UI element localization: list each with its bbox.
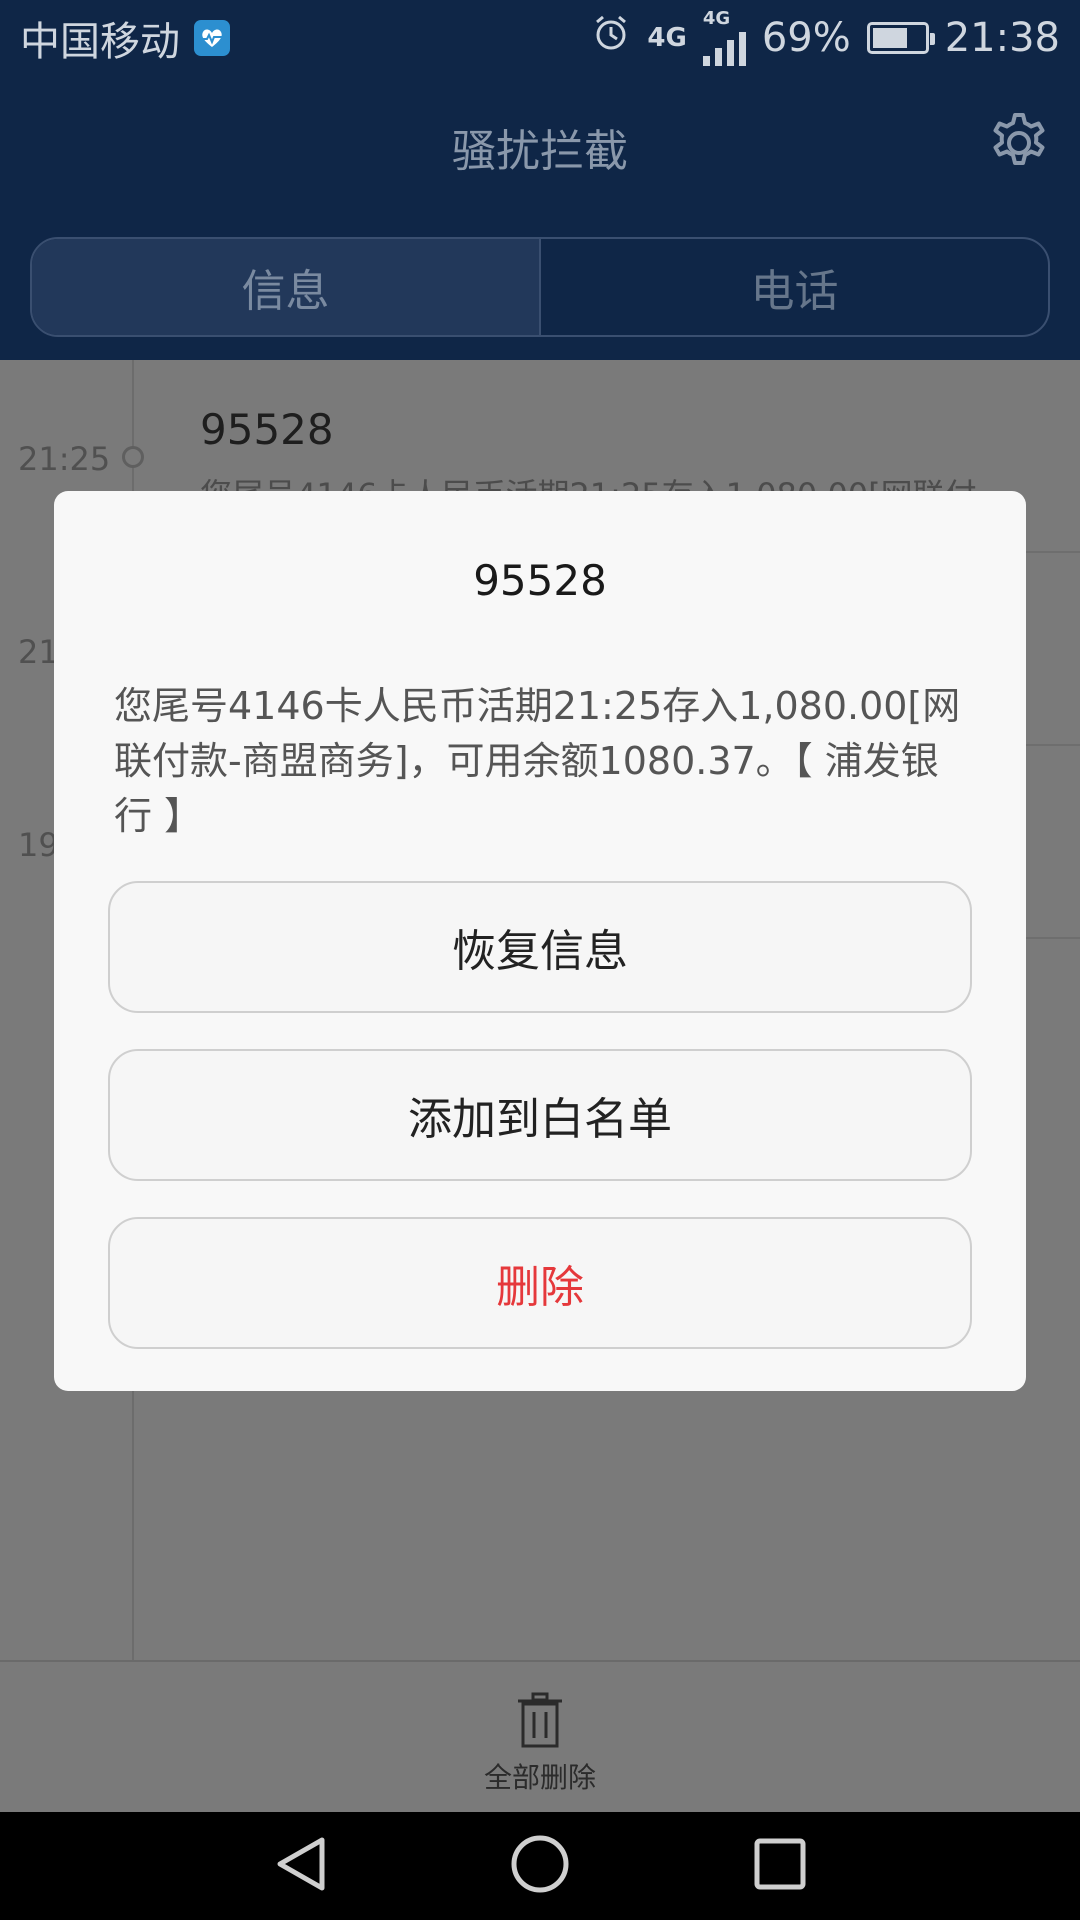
timeline-dot — [122, 446, 144, 468]
battery-fill — [872, 27, 908, 48]
message-sender: 95528 — [200, 405, 334, 454]
message-detail-dialog: 95528 您尾号4146卡人民币活期21:25存入1,080.00[网联付款-… — [54, 491, 1026, 1391]
clock: 21:38 — [944, 14, 1060, 61]
recents-button[interactable] — [752, 1834, 808, 1898]
network-type-primary: 4G — [647, 22, 687, 53]
dialog-title: 95528 — [473, 556, 607, 605]
restore-message-button[interactable]: 恢复信息 — [108, 881, 972, 1013]
tab-calls[interactable]: 电话 — [541, 239, 1048, 335]
recents-square-icon — [754, 1838, 806, 1890]
dialog-message-body: 您尾号4146卡人民币活期21:25存入1,080.00[网联付款-商盟商务]，… — [114, 684, 961, 838]
carrier-group: 中国移动 — [20, 9, 230, 67]
back-triangle-icon — [277, 1837, 325, 1891]
health-app-icon — [194, 19, 230, 56]
trash-icon — [518, 1692, 562, 1748]
page-title: 骚扰拦截 — [452, 126, 628, 177]
delete-button[interactable]: 删除 — [108, 1217, 972, 1349]
message-time: 21:25 — [18, 440, 111, 478]
add-to-whitelist-button[interactable]: 添加到白名单 — [108, 1049, 972, 1181]
tab-bar: 信息 电话 — [30, 237, 1050, 337]
home-circle-icon — [511, 1835, 569, 1893]
bottom-toolbar: 全部删除 — [0, 1660, 1080, 1812]
status-bar: 中国移动 4G 4G 69% 21:38 — [0, 0, 1080, 75]
home-button[interactable] — [510, 1834, 570, 1898]
message-time: 21 — [18, 633, 59, 671]
tab-messages[interactable]: 信息 — [32, 239, 541, 335]
settings-button[interactable] — [986, 110, 1052, 176]
battery-percent: 69% — [761, 14, 851, 61]
delete-all-label: 全部删除 — [483, 1761, 596, 1794]
gear-icon — [993, 113, 1045, 165]
status-right-group: 4G 4G 69% 21:38 — [591, 7, 1060, 66]
message-time: 19 — [18, 826, 59, 864]
battery-icon — [866, 21, 935, 54]
signal-group: 4G — [702, 7, 746, 66]
carrier-name: 中国移动 — [20, 18, 180, 65]
back-button[interactable] — [272, 1834, 330, 1898]
network-type-secondary: 4G — [702, 7, 731, 29]
alarm-icon — [591, 13, 631, 63]
system-nav-bar — [0, 1812, 1080, 1920]
delete-all-button[interactable]: 全部删除 — [0, 1692, 1080, 1796]
app-header: 骚扰拦截 信息 电话 — [0, 75, 1080, 360]
signal-strength-icon — [702, 28, 746, 66]
